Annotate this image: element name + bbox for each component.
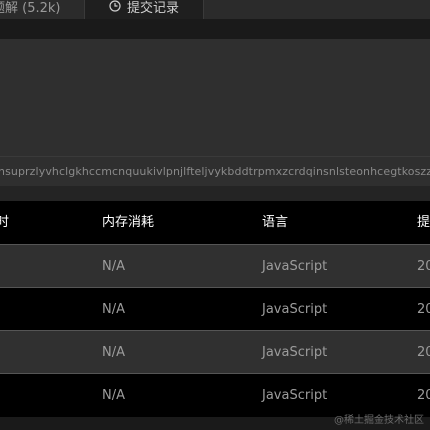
language-cell: JavaScript: [262, 345, 328, 360]
language-cell: JavaScript: [262, 388, 328, 403]
memory-cell: N/A: [102, 345, 125, 360]
submission-page: 题解 (5.2k) 提交记录 nsuprzlyvhclgkhccmcnquuki…: [0, 0, 430, 430]
language-cell: JavaScript: [262, 259, 328, 274]
submitted-cell: 20: [417, 345, 430, 360]
table-header: 时 内存消耗 语言 提: [0, 201, 430, 244]
tab-bar: 题解 (5.2k) 提交记录: [0, 0, 430, 19]
tab-solutions[interactable]: 题解 (5.2k): [0, 0, 60, 19]
tab-submissions-label: 提交记录: [126, 0, 179, 16]
clock-icon: [109, 0, 121, 12]
submissions-table: 时 内存消耗 语言 提 N/A JavaScript 20 N/A JavaSc…: [0, 201, 430, 430]
table-row[interactable]: N/A JavaScript 20: [0, 287, 430, 331]
memory-cell: N/A: [102, 388, 125, 403]
input-text: nsuprzlyvhclgkhccmcnquukivlpnjlfteljvykb…: [0, 165, 430, 178]
column-header-submitted[interactable]: 提: [417, 201, 430, 244]
language-cell: JavaScript: [262, 302, 328, 317]
submission-detail-panel: nsuprzlyvhclgkhccmcnquukivlpnjlfteljvykb…: [0, 39, 430, 199]
divider: [0, 156, 430, 157]
tab-solutions-label: 题解 (5.2k): [0, 0, 61, 16]
watermark: @稀土掘金技术社区: [334, 415, 424, 426]
submitted-cell: 20: [417, 259, 430, 274]
submitted-cell: 20: [417, 302, 430, 317]
column-header-runtime[interactable]: 时: [0, 201, 9, 244]
table-row[interactable]: N/A JavaScript 20: [0, 244, 430, 288]
memory-cell: N/A: [102, 302, 125, 317]
column-header-memory[interactable]: 内存消耗: [102, 201, 154, 244]
spacer: [0, 186, 430, 201]
column-header-language[interactable]: 语言: [262, 201, 288, 244]
tab-submissions[interactable]: 提交记录: [84, 0, 204, 19]
table-row[interactable]: N/A JavaScript 20: [0, 330, 430, 374]
memory-cell: N/A: [102, 259, 125, 274]
